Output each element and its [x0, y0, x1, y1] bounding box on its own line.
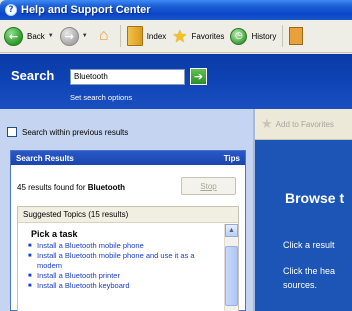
search-go-button[interactable]: ➔: [190, 68, 207, 85]
search-label: Search: [11, 68, 55, 83]
bullet-icon: ■: [28, 243, 32, 249]
bullet-icon: ■: [28, 273, 32, 279]
scroll-up-icon[interactable]: ▲: [225, 224, 238, 237]
support-icon: [289, 27, 304, 45]
toolbar-separator: [282, 25, 284, 47]
forward-button[interactable]: → ▼: [59, 26, 88, 46]
index-label: Index: [146, 31, 167, 41]
previous-results-label: Search within previous results: [22, 127, 129, 137]
browse-text-line: sources.: [283, 280, 318, 290]
search-results-panel: Search Results Tips 45 results found for…: [10, 150, 246, 311]
toolbar-separator: [119, 25, 121, 47]
left-pane: Search within previous results Search Re…: [0, 109, 255, 311]
add-to-favorites-button[interactable]: Add to Favorites: [276, 120, 334, 129]
right-pane: ★ Add to Favorites Browse t Click a resu…: [255, 109, 352, 311]
tips-link[interactable]: Tips: [224, 154, 240, 163]
star-icon: ★: [172, 26, 188, 46]
dropdown-arrow-icon[interactable]: ▼: [48, 33, 54, 39]
go-arrow-icon: ➔: [193, 70, 204, 83]
list-item[interactable]: ■ Install a Bluetooth keyboard: [28, 281, 225, 291]
results-count-text: 45 results found for: [17, 183, 86, 192]
title-bar: ? Help and Support Center: [0, 0, 352, 20]
add-favorite-icon: ★: [261, 116, 273, 131]
topic-link[interactable]: Install a Bluetooth mobile phone and use…: [37, 251, 217, 271]
index-button[interactable]: Index: [126, 26, 167, 46]
vertical-scrollbar[interactable]: ▲: [224, 224, 238, 311]
suggested-topics-box: Suggested Topics (15 results) Pick a tas…: [17, 206, 239, 311]
browse-text-line: Click the hea: [283, 266, 336, 276]
toolbar: ← Back ▼ → ▼ ⌂ Index ★ Favorites ◷ Histo…: [0, 20, 352, 53]
list-item[interactable]: ■ Install a Bluetooth mobile phone and u…: [28, 251, 225, 271]
topic-link[interactable]: Install a Bluetooth mobile phone: [37, 241, 217, 251]
book-icon: [126, 26, 143, 46]
search-results-header: Search Results Tips: [11, 151, 245, 165]
clock-icon: ◷: [230, 27, 248, 45]
home-icon: ⌂: [98, 27, 109, 44]
history-button[interactable]: ◷ History: [230, 27, 277, 45]
results-count-term: Bluetooth: [87, 183, 126, 192]
bullet-icon: ■: [28, 253, 32, 259]
content-toolbar: ★ Add to Favorites: [255, 109, 352, 140]
favorites-label: Favorites: [191, 31, 225, 41]
browse-title: Browse t: [285, 190, 345, 206]
results-count: 45 results found for Bluetooth: [17, 183, 125, 192]
previous-results-option[interactable]: Search within previous results: [7, 127, 128, 137]
back-label: Back: [27, 31, 45, 41]
suggested-topics-list: Pick a task ■ Install a Bluetooth mobile…: [18, 224, 225, 311]
favorites-button[interactable]: ★ Favorites: [172, 28, 224, 45]
stop-label: Stop: [200, 181, 217, 191]
suggested-topics-header[interactable]: Suggested Topics (15 results): [18, 207, 238, 223]
window-title: Help and Support Center: [21, 4, 151, 16]
forward-arrow-icon: →: [59, 26, 79, 46]
list-item[interactable]: ■ Install a Bluetooth printer: [28, 271, 225, 281]
pick-task-heading: Pick a task: [31, 229, 78, 239]
stop-button[interactable]: Stop: [181, 177, 236, 195]
back-button[interactable]: ← Back ▼: [4, 26, 54, 46]
browse-panel: Browse t Click a result Click the hea so…: [255, 140, 352, 311]
search-results-title: Search Results: [16, 153, 74, 163]
back-arrow-icon: ←: [4, 26, 23, 46]
search-input[interactable]: Bluetooth: [70, 69, 185, 85]
search-options-link[interactable]: Set search options: [70, 93, 132, 102]
history-label: History: [251, 31, 277, 41]
dropdown-arrow-icon[interactable]: ▼: [82, 33, 88, 39]
scroll-thumb[interactable]: [225, 246, 238, 306]
list-item[interactable]: ■ Install a Bluetooth mobile phone: [28, 241, 225, 251]
topic-link[interactable]: Install a Bluetooth printer: [37, 271, 217, 281]
topic-link[interactable]: Install a Bluetooth keyboard: [37, 281, 217, 291]
browse-text-line: Click a result: [283, 240, 335, 250]
help-icon: ?: [5, 4, 17, 16]
home-button[interactable]: ⌂: [94, 26, 114, 46]
support-button[interactable]: [289, 27, 304, 45]
bullet-icon: ■: [28, 283, 32, 289]
previous-results-checkbox[interactable]: [7, 127, 17, 137]
search-band: Search Bluetooth ➔ Set search options: [0, 54, 352, 109]
